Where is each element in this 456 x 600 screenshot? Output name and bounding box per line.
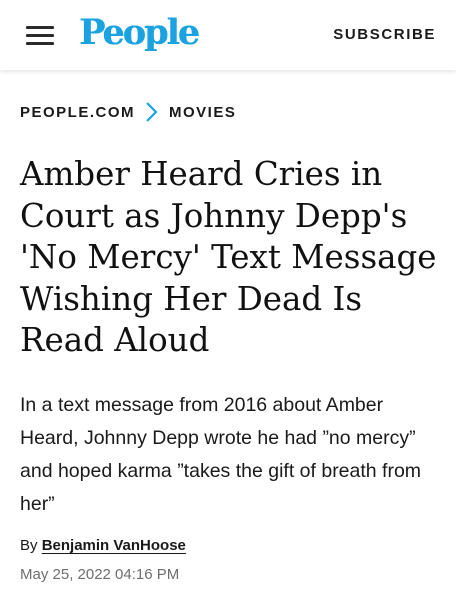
hamburger-menu-icon[interactable] xyxy=(26,24,54,46)
menu-bar xyxy=(26,26,54,29)
breadcrumb: PEOPLE.COM MOVIES xyxy=(20,101,236,123)
author-link[interactable]: Benjamin VanHoose xyxy=(42,537,186,554)
article-summary: In a text message from 2016 about Amber … xyxy=(20,394,422,515)
byline-prefix: By xyxy=(20,537,38,554)
site-header: People SUBSCRIBE xyxy=(0,0,456,70)
menu-bar xyxy=(26,42,54,45)
byline: By Benjamin VanHoose xyxy=(20,536,186,556)
chevron-right-icon xyxy=(146,102,158,122)
menu-bar xyxy=(26,34,54,37)
publish-date: May 25, 2022 04:16 PM xyxy=(20,566,180,583)
people-logo[interactable]: People xyxy=(79,11,200,55)
subscribe-link[interactable]: SUBSCRIBE xyxy=(333,25,436,45)
breadcrumb-item-people-com[interactable]: PEOPLE.COM xyxy=(20,104,135,121)
breadcrumb-item-movies[interactable]: MOVIES xyxy=(169,104,236,121)
article-headline: Amber Heard Cries in Court as Johnny Dep… xyxy=(20,155,437,359)
